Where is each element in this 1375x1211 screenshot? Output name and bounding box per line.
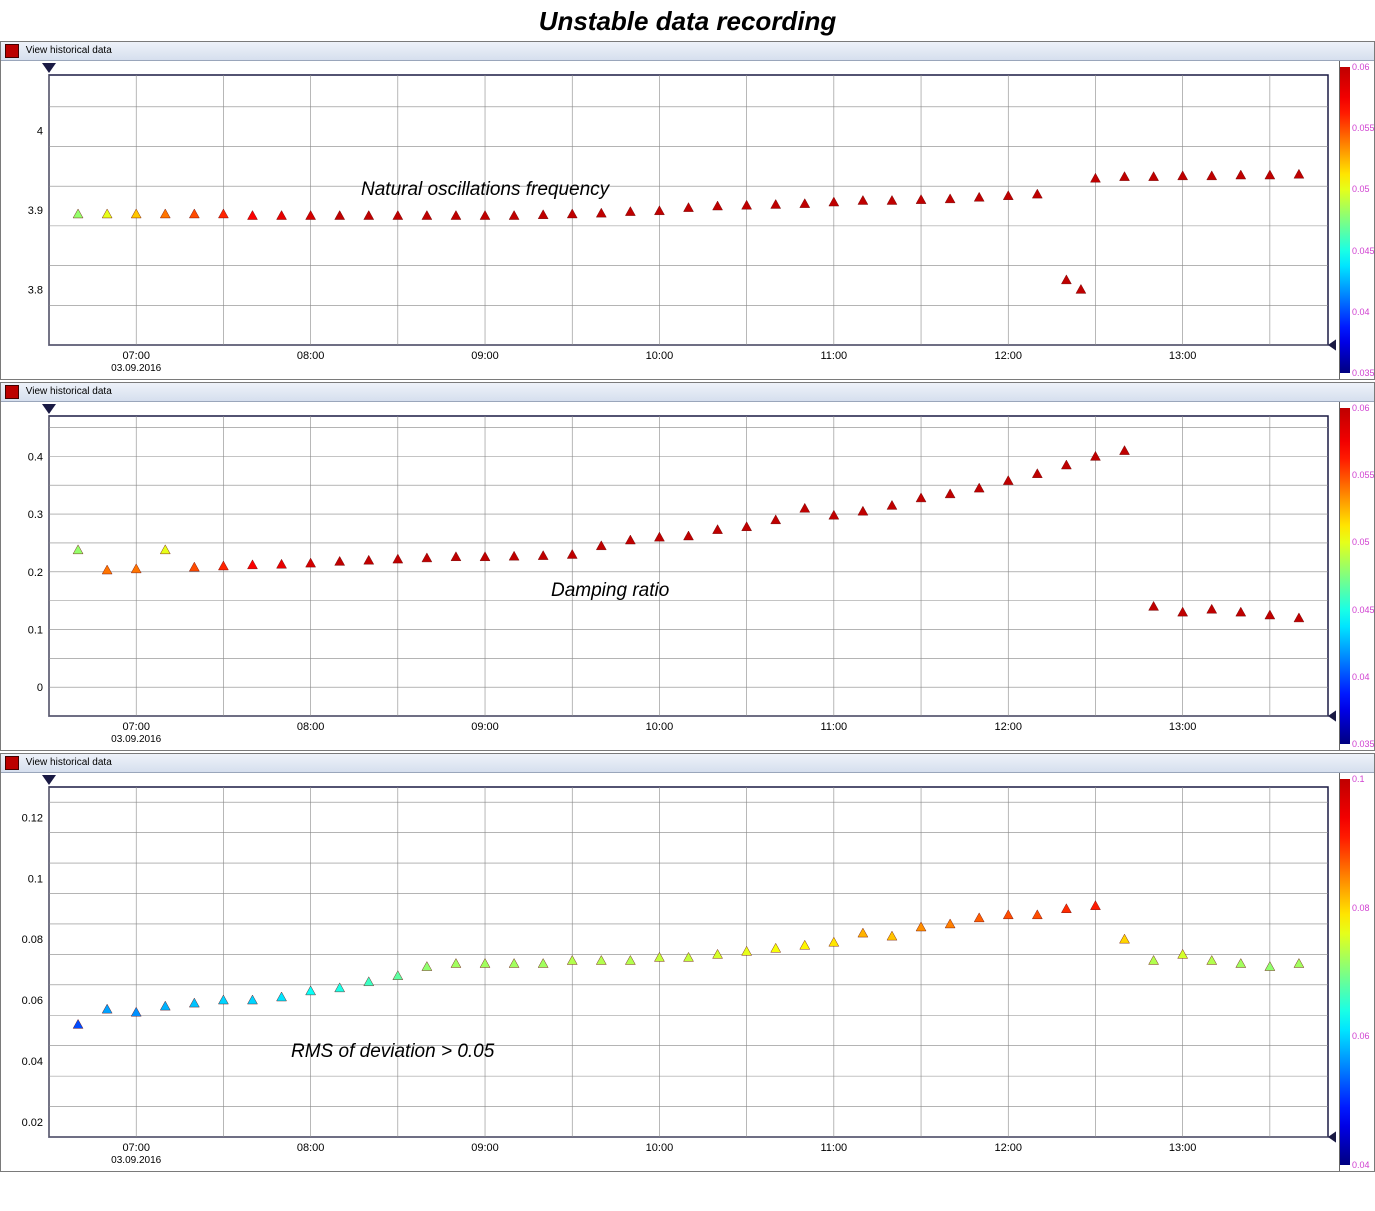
colorbar-tick: 0.1 [1352,774,1365,784]
colorbar-tick: 0.04 [1352,307,1370,317]
colorbar-tick: 0.035 [1352,739,1375,749]
svg-text:13:00: 13:00 [1169,350,1197,362]
chart-panel-rms: View historical data 0.02 0.04 0.06 0.08 0.1… [0,753,1375,1172]
colorbar-tick: 0.06 [1352,62,1370,72]
window-titlebar[interactable]: View historical data [1,383,1374,402]
svg-text:0.12: 0.12 [22,812,43,824]
chart-annotation-rms: RMS of deviation > 0.05 [291,1041,494,1063]
svg-text:0.1: 0.1 [28,873,43,885]
svg-text:13:00: 13:00 [1169,721,1197,733]
window-title: View historical data [26,45,112,56]
svg-text:09:00: 09:00 [471,350,499,362]
svg-text:13:00: 13:00 [1169,1142,1197,1154]
colorbar-tick: 0.045 [1352,605,1375,615]
svg-text:07:00: 07:00 [122,350,150,362]
svg-text:0.08: 0.08 [22,934,43,946]
svg-text:11:00: 11:00 [820,350,847,362]
colorbar-tick: 0.06 [1352,1031,1370,1041]
window-titlebar[interactable]: View historical data [1,754,1374,773]
svg-text:07:00: 07:00 [122,721,150,733]
svg-text:07:00: 07:00 [122,1142,150,1154]
svg-text:12:00: 12:00 [994,721,1022,733]
svg-text:0.3: 0.3 [28,509,43,521]
svg-text:4: 4 [37,126,43,138]
colorbar-rms: 0.04 0.06 0.08 0.1 [1339,773,1374,1171]
app-icon [5,44,19,58]
svg-text:11:00: 11:00 [820,721,847,733]
window-title: View historical data [26,386,112,397]
svg-text:03.09.2016: 03.09.2016 [111,363,161,374]
svg-text:12:00: 12:00 [994,1142,1022,1154]
colorbar-tick: 0.06 [1352,403,1370,413]
colorbar-tick: 0.08 [1352,903,1370,913]
chart-annotation-frequency: Natural oscillations frequency [361,179,609,201]
svg-text:09:00: 09:00 [471,721,499,733]
svg-text:08:00: 08:00 [297,350,325,362]
page-title: Unstable data recording [0,0,1375,41]
svg-text:0.02: 0.02 [22,1117,43,1129]
colorbar-tick: 0.055 [1352,470,1375,480]
chart-frequency[interactable]: 3.8 3.9 4 07:00 08:00 09:00 10:00 11:00 12:00 13:… [1,61,1339,379]
svg-text:08:00: 08:00 [297,721,325,733]
svg-text:3.9: 3.9 [28,205,43,217]
chart-annotation-damping: Damping ratio [551,580,669,602]
svg-text:12:00: 12:00 [994,350,1022,362]
svg-text:0.4: 0.4 [28,451,43,463]
colorbar-damping: 0.035 0.04 0.045 0.05 0.055 0.06 [1339,402,1374,750]
svg-text:0: 0 [37,682,43,694]
colorbar-tick: 0.04 [1352,672,1370,682]
chart-panel-damping: View historical data 00.10.20.30.407:000… [0,382,1375,751]
svg-text:10:00: 10:00 [646,1142,674,1154]
svg-text:0.1: 0.1 [28,624,43,636]
colorbar-tick: 0.055 [1352,123,1375,133]
svg-text:0.06: 0.06 [22,995,43,1007]
window-title: View historical data [26,757,112,768]
svg-text:3.8: 3.8 [28,284,43,296]
chart-rms[interactable]: 0.02 0.04 0.06 0.08 0.1 0.12 07:00 08:00 09:00 10… [1,773,1339,1171]
svg-text:10:00: 10:00 [646,350,674,362]
app-icon [5,756,19,770]
svg-text:0.2: 0.2 [28,567,43,579]
app-icon [5,385,19,399]
chart-damping[interactable]: 0 0.1 0.2 0.3 0.4 07:00 08:00 09:00 10:00 11:00 12… [1,402,1339,750]
svg-text:09:00: 09:00 [471,1142,499,1154]
chart-panel-frequency: View historical data 3.8 3.9 4 07:00 08:00 09… [0,41,1375,380]
svg-text:08:00: 08:00 [297,1142,325,1154]
colorbar-frequency: 0.035 0.04 0.045 0.05 0.055 0.06 [1339,61,1374,379]
window-titlebar[interactable]: View historical data [1,42,1374,61]
colorbar-tick: 0.045 [1352,246,1375,256]
svg-text:11:00: 11:00 [820,1142,847,1154]
colorbar-tick: 0.05 [1352,184,1370,194]
svg-text:10:00: 10:00 [646,721,674,733]
colorbar-tick: 0.04 [1352,1160,1370,1170]
svg-text:0.04: 0.04 [22,1056,43,1068]
colorbar-tick: 0.05 [1352,537,1370,547]
colorbar-tick: 0.035 [1352,368,1375,378]
svg-text:03.09.2016: 03.09.2016 [111,734,161,745]
svg-text:03.09.2016: 03.09.2016 [111,1155,161,1166]
